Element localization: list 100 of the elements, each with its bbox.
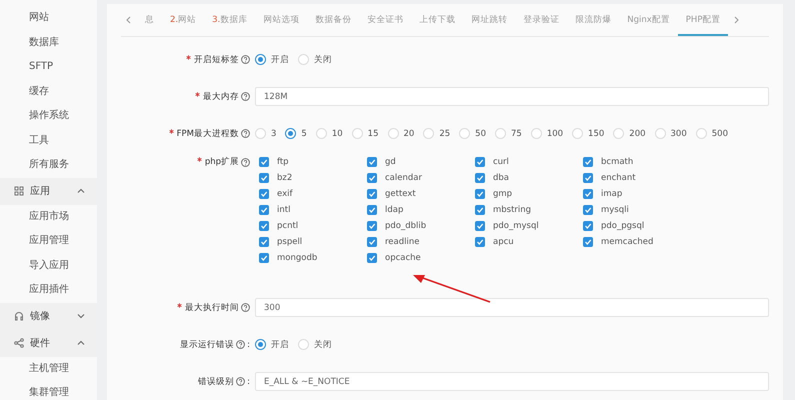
option-label: 200	[629, 128, 646, 138]
sidebar-item[interactable]: SFTP	[0, 55, 97, 80]
help-icon	[241, 158, 250, 166]
option-label: 50	[475, 128, 486, 138]
checkbox[interactable]	[367, 204, 377, 214]
field-label: 最大执行时间	[185, 302, 239, 314]
checkbox[interactable]	[475, 220, 485, 230]
sidebar-item[interactable]: 应用市场	[0, 204, 97, 229]
option-label: 75	[510, 128, 522, 138]
option-label: 150	[588, 128, 604, 138]
checkbox[interactable]	[583, 220, 593, 230]
checkbox[interactable]	[475, 188, 485, 198]
sidebar-item[interactable]: 数据库	[0, 30, 97, 55]
option-label: readline	[385, 236, 420, 246]
option-label: imap	[601, 188, 622, 198]
tab[interactable]: 2.网站	[162, 4, 204, 36]
option-label: mysqli	[601, 204, 629, 214]
chevron-right-icon	[732, 15, 740, 25]
checkbox[interactable]	[259, 252, 269, 262]
field-label: FPM最大进程数	[176, 128, 239, 140]
option-label: 10	[332, 128, 343, 138]
sidebar-item[interactable]: 工具	[0, 128, 97, 153]
sidebar-group[interactable]: 镜像	[0, 302, 97, 330]
checkbox[interactable]	[583, 236, 593, 246]
checkbox[interactable]	[475, 204, 485, 214]
option-label: curl	[493, 156, 509, 166]
checkbox[interactable]	[475, 236, 485, 246]
checkbox[interactable]	[259, 156, 269, 166]
checkbox[interactable]	[259, 236, 269, 246]
radio-button[interactable]	[285, 128, 296, 139]
radio-button[interactable]	[255, 339, 266, 350]
option-label: 25	[439, 128, 450, 138]
sidebar-group[interactable]: 硬件	[0, 330, 97, 356]
option-label: 500	[712, 128, 728, 138]
checkbox[interactable]	[475, 172, 485, 182]
help-icon	[241, 303, 250, 312]
group-label: 硬件	[30, 337, 51, 350]
checkbox[interactable]	[583, 172, 593, 182]
option-label: bcmath	[601, 156, 634, 166]
help-icon	[236, 377, 246, 386]
checkbox[interactable]	[583, 204, 593, 214]
checkbox[interactable]	[367, 188, 377, 198]
option-label: pdo_pgsql	[601, 220, 644, 230]
option-label: 开启	[271, 54, 289, 66]
colon-label: :	[247, 340, 250, 350]
option-label: pdo_dblib	[385, 220, 426, 230]
checkbox[interactable]	[259, 172, 269, 182]
sidebar-item[interactable]: 网站	[0, 6, 97, 30]
tab[interactable]: 3.数据库	[204, 4, 256, 36]
input-field[interactable]: 300	[255, 298, 769, 317]
sidebar-item[interactable]: 应用管理	[0, 229, 97, 254]
group-label: 应用	[30, 184, 51, 198]
option-label: enchant	[601, 172, 636, 182]
grid-icon	[14, 186, 24, 196]
input-field[interactable]: 128M	[255, 87, 769, 106]
field-label: 显示运行错误	[180, 338, 234, 350]
radio-button[interactable]	[255, 54, 266, 65]
colon-label: :	[247, 376, 250, 386]
sidebar-item[interactable]: 主机管理	[0, 356, 97, 381]
option-label: ldap	[385, 204, 404, 214]
checkbox[interactable]	[583, 156, 593, 166]
checkbox[interactable]	[367, 156, 377, 166]
option-label: gettext	[385, 188, 416, 198]
checkbox[interactable]	[367, 172, 377, 182]
checkbox[interactable]	[259, 188, 269, 198]
input-field[interactable]: E_ALL & ~E_NOTICE	[255, 372, 769, 391]
group-label: 镜像	[30, 310, 51, 323]
option-label: 5	[301, 128, 307, 138]
option-label: 100	[546, 128, 564, 138]
option-label: 关闭	[314, 338, 332, 350]
sidebar-item[interactable]: 操作系统	[0, 104, 97, 128]
option-label: 15	[368, 128, 378, 138]
checkbox[interactable]	[583, 188, 593, 198]
option-label: bz2	[277, 172, 292, 182]
headset-icon	[14, 311, 24, 321]
option-label: ftp	[277, 156, 289, 166]
option-label: dba	[493, 172, 509, 182]
checkbox[interactable]	[259, 204, 269, 214]
sidebar-group[interactable]: 应用	[0, 178, 97, 204]
option-label: calendar	[385, 172, 422, 182]
help-icon	[236, 340, 246, 349]
option-label: 300	[670, 128, 687, 138]
sidebar-item[interactable]: 应用插件	[0, 278, 97, 302]
sidebar-item[interactable]: 集群管理	[0, 381, 97, 400]
option-label: memcached	[601, 236, 654, 246]
help-icon	[241, 92, 250, 101]
help-icon	[241, 129, 250, 138]
option-label: opcache	[385, 252, 421, 262]
chevron-left-icon	[125, 15, 133, 25]
option-label: intl	[277, 204, 290, 214]
checkbox[interactable]	[367, 252, 377, 262]
sidebar-item[interactable]: 缓存	[0, 80, 97, 104]
checkbox[interactable]	[367, 220, 377, 230]
sidebar-item[interactable]: 导入应用	[0, 254, 97, 278]
checkbox[interactable]	[367, 236, 377, 246]
share-icon	[14, 338, 24, 348]
checkbox[interactable]	[259, 220, 269, 230]
checkbox[interactable]	[475, 156, 485, 166]
option-label: 3	[271, 128, 276, 138]
sidebar-item[interactable]: 所有服务	[0, 153, 97, 178]
